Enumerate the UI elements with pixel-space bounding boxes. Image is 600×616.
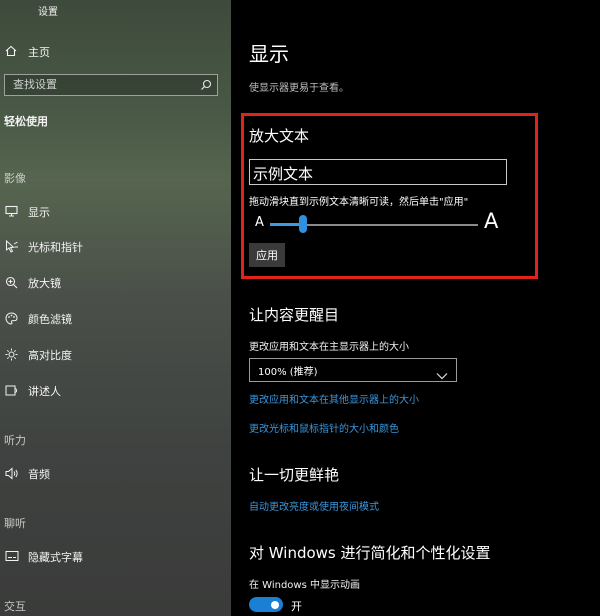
search-icon[interactable] — [200, 79, 212, 91]
search-input[interactable] — [13, 78, 193, 91]
sidebar-item-audio[interactable]: 音频 — [0, 462, 231, 486]
toggle-knob — [271, 600, 279, 609]
sidebar-item-narrator[interactable]: 讲述人 — [0, 379, 231, 403]
category-title: 轻松使用 — [4, 115, 48, 128]
link-pointer-size[interactable]: 更改光标和鼠标指针的大小和颜色 — [249, 420, 399, 435]
scale-dropdown-value: 100% (推荐) — [258, 367, 318, 378]
group-label-vision: 影像 — [4, 172, 26, 185]
slider-min-label: A — [255, 215, 264, 230]
slider-max-label: A — [484, 209, 499, 233]
sidebar-item-label: 隐藏式字幕 — [28, 551, 83, 564]
sample-text-box: 示例文本 — [249, 159, 507, 185]
scale-dropdown[interactable]: 100% (推荐) — [249, 358, 457, 382]
sidebar-item-display[interactable]: 显示 — [0, 200, 231, 224]
monitor-icon — [5, 205, 18, 217]
chevron-down-icon — [436, 365, 448, 384]
speaker-icon — [5, 467, 19, 480]
sidebar-item-label: 高对比度 — [28, 349, 72, 362]
section-title-make-bigger: 让内容更醒目 — [249, 306, 340, 324]
narrator-icon — [5, 384, 18, 397]
home-icon — [5, 45, 17, 57]
slider-hint: 拖动滑块直到示例文本清晰可读，然后单击"应用" — [249, 197, 469, 208]
sidebar-item-color-filters[interactable]: 颜色滤镜 — [0, 307, 231, 331]
sidebar-item-label: 光标和指针 — [28, 241, 83, 254]
section-title-simplify: 对 Windows 进行简化和个性化设置 — [249, 544, 491, 562]
sidebar-item-captions[interactable]: 隐藏式字幕 — [0, 545, 231, 569]
scale-label: 更改应用和文本在主显示器上的大小 — [249, 342, 409, 353]
section-title-brighter: 让一切更鲜艳 — [249, 466, 340, 484]
page-title: 显示 — [249, 42, 289, 66]
page-subtitle: 使显示器更易于查看。 — [249, 83, 349, 94]
sidebar-item-label: 显示 — [28, 206, 50, 219]
group-label-interaction: 聊听 — [4, 517, 26, 530]
sidebar-item-magnifier[interactable]: 放大镜 — [0, 271, 231, 295]
window-title: 设置 — [38, 7, 58, 18]
sample-text: 示例文本 — [253, 165, 314, 183]
sidebar-item-pointer[interactable]: 光标和指针 — [0, 235, 231, 259]
palette-icon — [5, 312, 18, 325]
captions-icon — [5, 550, 19, 562]
sun-icon — [5, 348, 18, 361]
group-label-hearing: 听力 — [4, 434, 26, 447]
magnifier-icon — [5, 276, 18, 289]
animations-toggle[interactable] — [249, 597, 283, 612]
section-title-bigger-text: 放大文本 — [249, 127, 310, 145]
sidebar-item-label: 讲述人 — [28, 385, 61, 398]
search-box[interactable] — [4, 74, 218, 96]
sidebar: 设置 主页 轻松使用 影像 显示 光标和指针 放大镜 颜 — [0, 0, 231, 616]
text-size-slider-fill — [270, 223, 304, 226]
sidebar-item-label: 主页 — [28, 46, 50, 59]
apply-button[interactable]: 应用 — [249, 243, 285, 267]
sidebar-item-high-contrast[interactable]: 高对比度 — [0, 343, 231, 367]
animations-label: 在 Windows 中显示动画 — [249, 580, 360, 591]
text-size-slider-thumb[interactable] — [299, 215, 308, 233]
sidebar-item-label: 放大镜 — [28, 277, 61, 290]
link-night-light[interactable]: 自动更改亮度或使用夜间模式 — [249, 498, 379, 513]
sidebar-item-home[interactable]: 主页 — [0, 40, 231, 64]
link-other-displays[interactable]: 更改应用和文本在其他显示器上的大小 — [249, 391, 419, 406]
main-content: 显示 使显示器更易于查看。 放大文本 示例文本 拖动滑块直到示例文本清晰可读，然… — [231, 0, 600, 616]
sidebar-item-label: 颜色滤镜 — [28, 313, 72, 326]
group-label-interaction-2: 交互 — [4, 600, 26, 613]
pointer-icon — [5, 240, 19, 253]
sidebar-item-label: 音频 — [28, 468, 50, 481]
animations-toggle-state: 开 — [291, 600, 302, 613]
